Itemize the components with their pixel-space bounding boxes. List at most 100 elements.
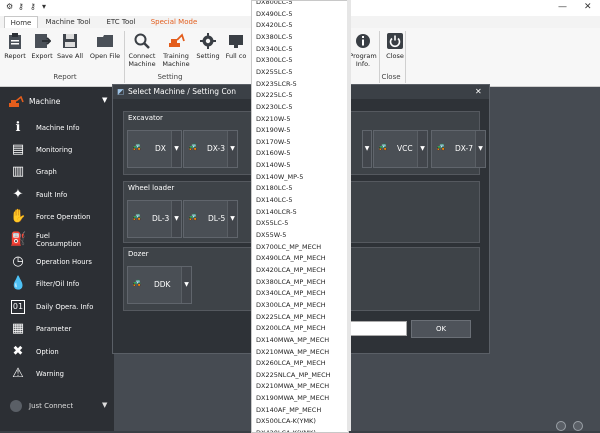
setting-input[interactable] <box>347 321 407 336</box>
sidebar-item-operation-hours[interactable]: ◷ Operation Hours <box>0 251 114 273</box>
dropdown-arrow-icon[interactable]: ▼ <box>171 131 181 167</box>
sidebar-item-monitoring[interactable]: ▤ Monitoring <box>0 139 114 161</box>
tab-special-mode[interactable]: Special Mode <box>148 16 200 28</box>
sidebar-item-warning[interactable]: ⚠ Warning <box>0 363 114 385</box>
dropdown-item[interactable]: DX210MWA_MP_MECH <box>256 382 329 390</box>
dropdown-item[interactable]: DX140W_MP-5 <box>256 173 303 181</box>
dropdown-item[interactable]: DX210MWA_MP_MECH <box>256 348 329 356</box>
report-button[interactable]: Report <box>1 32 29 60</box>
dropdown-item[interactable]: DX420LCA_MP_MECH <box>256 266 326 274</box>
dropdown-arrow-icon[interactable]: ▼ <box>417 131 427 167</box>
sidebar-item-filter-oil-info[interactable]: 💧 Filter/Oil Info <box>0 273 114 295</box>
dropdown-item[interactable]: DX340LC-5 <box>256 45 293 53</box>
dropdown-item[interactable]: DX140AF_MP_MECH <box>256 406 321 414</box>
dropdown-arrow-icon[interactable]: ▼ <box>227 131 237 167</box>
dropdown-item[interactable]: DX800LC-5 <box>256 1 293 6</box>
dropdown-item[interactable]: DX490LC-5 <box>256 10 293 18</box>
just-connect-selector[interactable]: Just Connect ▼ <box>0 396 114 418</box>
sidebar-item-force-operation[interactable]: ✋ Force Operation <box>0 206 114 228</box>
dropdown-item[interactable]: DX140LCR-5 <box>256 208 297 216</box>
dropdown-icon[interactable]: ▾ <box>42 2 46 11</box>
dropdown-item[interactable]: DX180LC-5 <box>256 184 293 192</box>
sidebar-header[interactable]: Machine ▼ <box>0 93 114 111</box>
dropdown-item[interactable]: DX700LC_MP_MECH <box>256 243 321 251</box>
dropdown-item[interactable]: DX140LC-5 <box>256 196 293 204</box>
dropdown-item[interactable]: DX225LC-5 <box>256 91 293 99</box>
dropdown-arrow-icon[interactable]: ▼ <box>363 131 371 167</box>
setting-button[interactable]: Setting <box>194 32 222 60</box>
dropdown-scrollbar[interactable] <box>347 0 351 431</box>
machine-button-dx-3[interactable]: 🚜 DX-3 ▼ <box>183 130 238 168</box>
dropdown-arrow-icon[interactable]: ▼ <box>181 267 191 303</box>
training-machine-button[interactable]: Training Machine <box>161 32 191 68</box>
drop-icon: 💧 <box>10 276 27 291</box>
dropdown-arrow-icon[interactable]: ▼ <box>227 201 237 237</box>
sidebar-item-option[interactable]: ✖ Option <box>0 341 114 363</box>
full-co-button[interactable]: Full co <box>225 32 247 60</box>
dropdown-item[interactable]: DX255LC-5 <box>256 68 293 76</box>
dropdown-item[interactable]: DX170W-5 <box>256 138 291 146</box>
machine-dropdown-button[interactable]: ▼ <box>362 130 372 168</box>
close-window-button[interactable]: ✕ <box>584 2 592 12</box>
dropdown-item[interactable]: DX340LCA_MP_MECH <box>256 289 326 297</box>
machine-label: DL-3 <box>152 214 170 223</box>
dropdown-arrow-icon[interactable]: ▼ <box>171 201 181 237</box>
save-all-button[interactable]: Save All <box>56 32 84 60</box>
settings-icon[interactable]: ⚙ <box>6 2 13 11</box>
dropdown-item[interactable]: DX260LCA_MP_MECH <box>256 359 326 367</box>
dropdown-item[interactable]: DX55LC-5 <box>256 219 288 227</box>
export-button[interactable]: Export <box>28 32 56 60</box>
dialog-close-icon[interactable]: ✕ <box>475 85 482 99</box>
dropdown-item[interactable]: DX140MWA_MP_MECH <box>256 336 329 344</box>
dropdown-item[interactable]: DX235LCR-5 <box>256 80 297 88</box>
sidebar-item-label: Daily Opera. Info <box>36 303 94 311</box>
open-file-button[interactable]: Open File <box>89 32 121 60</box>
dropdown-item[interactable]: DX225NLCA_MP_MECH <box>256 371 331 379</box>
dropdown-item[interactable]: DX190W-5 <box>256 126 291 134</box>
group-label-close: Close <box>381 73 401 81</box>
tab-machine-tool[interactable]: Machine Tool <box>42 16 94 28</box>
sidebar-item-fuel-consumption[interactable]: ⛽ Fuel Consumption <box>0 229 114 251</box>
dropdown-item[interactable]: DX200LCA_MP_MECH <box>256 324 326 332</box>
sidebar-item-graph[interactable]: ▥ Graph <box>0 161 114 183</box>
machine-button-dx[interactable]: 🚜 DX ▼ <box>127 130 182 168</box>
dropdown-item[interactable]: DX420LC-5 <box>256 21 293 29</box>
machine-button-ddk[interactable]: 🚜 DDK ▼ <box>127 266 192 304</box>
dropdown-item[interactable]: DX225LCA_MP_MECH <box>256 313 326 321</box>
machine-button-dl-3[interactable]: 🚜 DL-3 ▼ <box>127 200 182 238</box>
sidebar-item-machine-info[interactable]: ℹ Machine Info <box>0 117 114 139</box>
dropdown-item[interactable]: DX55W-5 <box>256 231 286 239</box>
section-title: Dozer <box>128 250 149 258</box>
dropdown-item[interactable]: DX380LC-5 <box>256 33 293 41</box>
ok-button[interactable]: OK <box>411 320 471 338</box>
machine-label: DDK <box>154 280 171 289</box>
minimize-button[interactable]: — <box>558 2 567 12</box>
dropdown-item[interactable]: DX190MWA_MP_MECH <box>256 394 329 402</box>
sidebar-item-parameter[interactable]: ▦ Parameter <box>0 318 114 340</box>
dropdown-item[interactable]: DX380LCA_MP_MECH <box>256 278 326 286</box>
dropdown-item[interactable]: DX300LC-5 <box>256 56 293 64</box>
machine-button-dx-7[interactable]: 🚜 DX-7 ▼ <box>431 130 486 168</box>
machine-button-dl-5[interactable]: 🚜 DL-5 ▼ <box>183 200 238 238</box>
monitor-icon <box>229 35 243 48</box>
just-connect-label: Just Connect <box>29 402 74 410</box>
dropdown-arrow-icon[interactable]: ▼ <box>475 131 485 167</box>
dropdown-item[interactable]: DX300LCA_MP_MECH <box>256 301 326 309</box>
dropdown-item[interactable]: DX230LC-5 <box>256 103 293 111</box>
dropdown-item[interactable]: DX160W-5 <box>256 149 291 157</box>
dropdown-item[interactable]: DX140W-5 <box>256 161 291 169</box>
machine-button-vcc[interactable]: 🚜 VCC ▼ <box>373 130 428 168</box>
tab-etc-tool[interactable]: ETC Tool <box>100 16 142 28</box>
sidebar-item-daily-opera-info[interactable]: 01 Daily Opera. Info <box>0 296 114 318</box>
machine-model-dropdown[interactable]: DX800LC-5 DX490LC-5 DX420LC-5 DX380LC-5 DX34… <box>251 0 349 433</box>
key-icon[interactable]: ⚷ <box>18 2 24 11</box>
dropdown-item[interactable]: DX210W-5 <box>256 115 291 123</box>
connect-machine-button[interactable]: Connect Machine <box>127 32 157 68</box>
sidebar-item-fault-info[interactable]: ✦ Fault Info <box>0 184 114 206</box>
dropdown-item[interactable]: DX420LCA-K(YMK) <box>256 429 316 432</box>
sidebar-item-label: Monitoring <box>36 146 73 154</box>
dropdown-item[interactable]: DX500LCA-K(YMK) <box>256 417 316 425</box>
program-info-button[interactable]: Program Info. <box>348 32 378 68</box>
dropdown-item[interactable]: DX490LCA_MP_MECH <box>256 254 326 262</box>
key-icon[interactable]: ⚷ <box>30 2 36 11</box>
